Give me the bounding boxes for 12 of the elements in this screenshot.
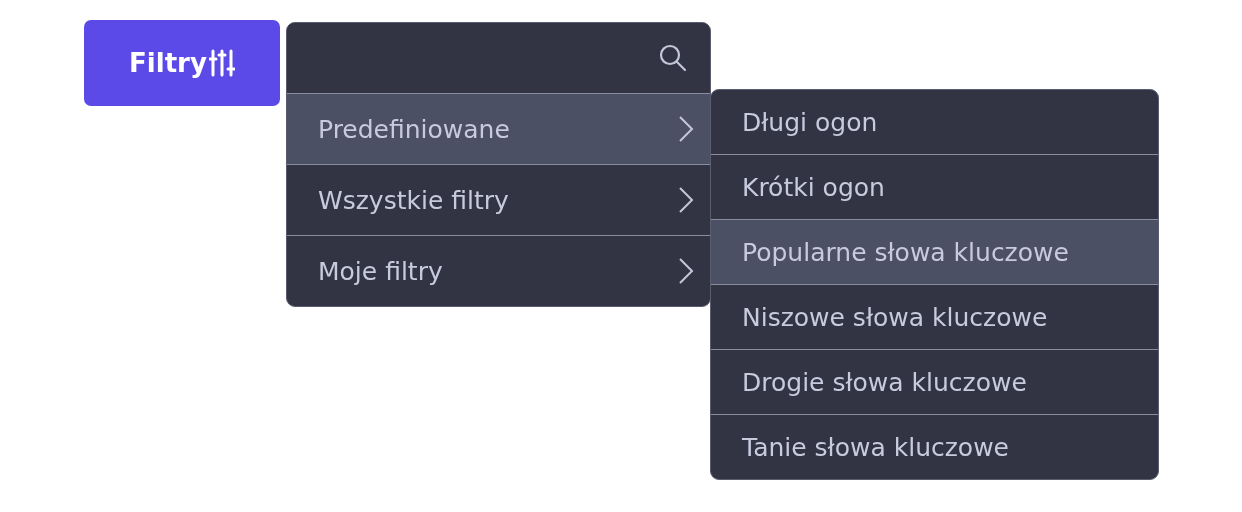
sliders-icon <box>208 49 235 77</box>
chevron-right-icon <box>678 186 694 214</box>
submenu-item[interactable]: Tanie słowa kluczowe <box>711 414 1158 479</box>
filter-button[interactable]: Filtry <box>84 20 280 106</box>
chevron-right-icon <box>678 115 694 143</box>
submenu-item[interactable]: Długi ogon <box>711 90 1158 154</box>
submenu-item[interactable]: Drogie słowa kluczowe <box>711 349 1158 414</box>
submenu-item[interactable]: Popularne słowa kluczowe <box>711 219 1158 284</box>
chevron-right-icon <box>678 257 694 285</box>
search-icon <box>658 43 688 73</box>
menu-item[interactable]: Predefiniowane <box>287 93 710 164</box>
submenu-item[interactable]: Niszowe słowa kluczowe <box>711 284 1158 349</box>
